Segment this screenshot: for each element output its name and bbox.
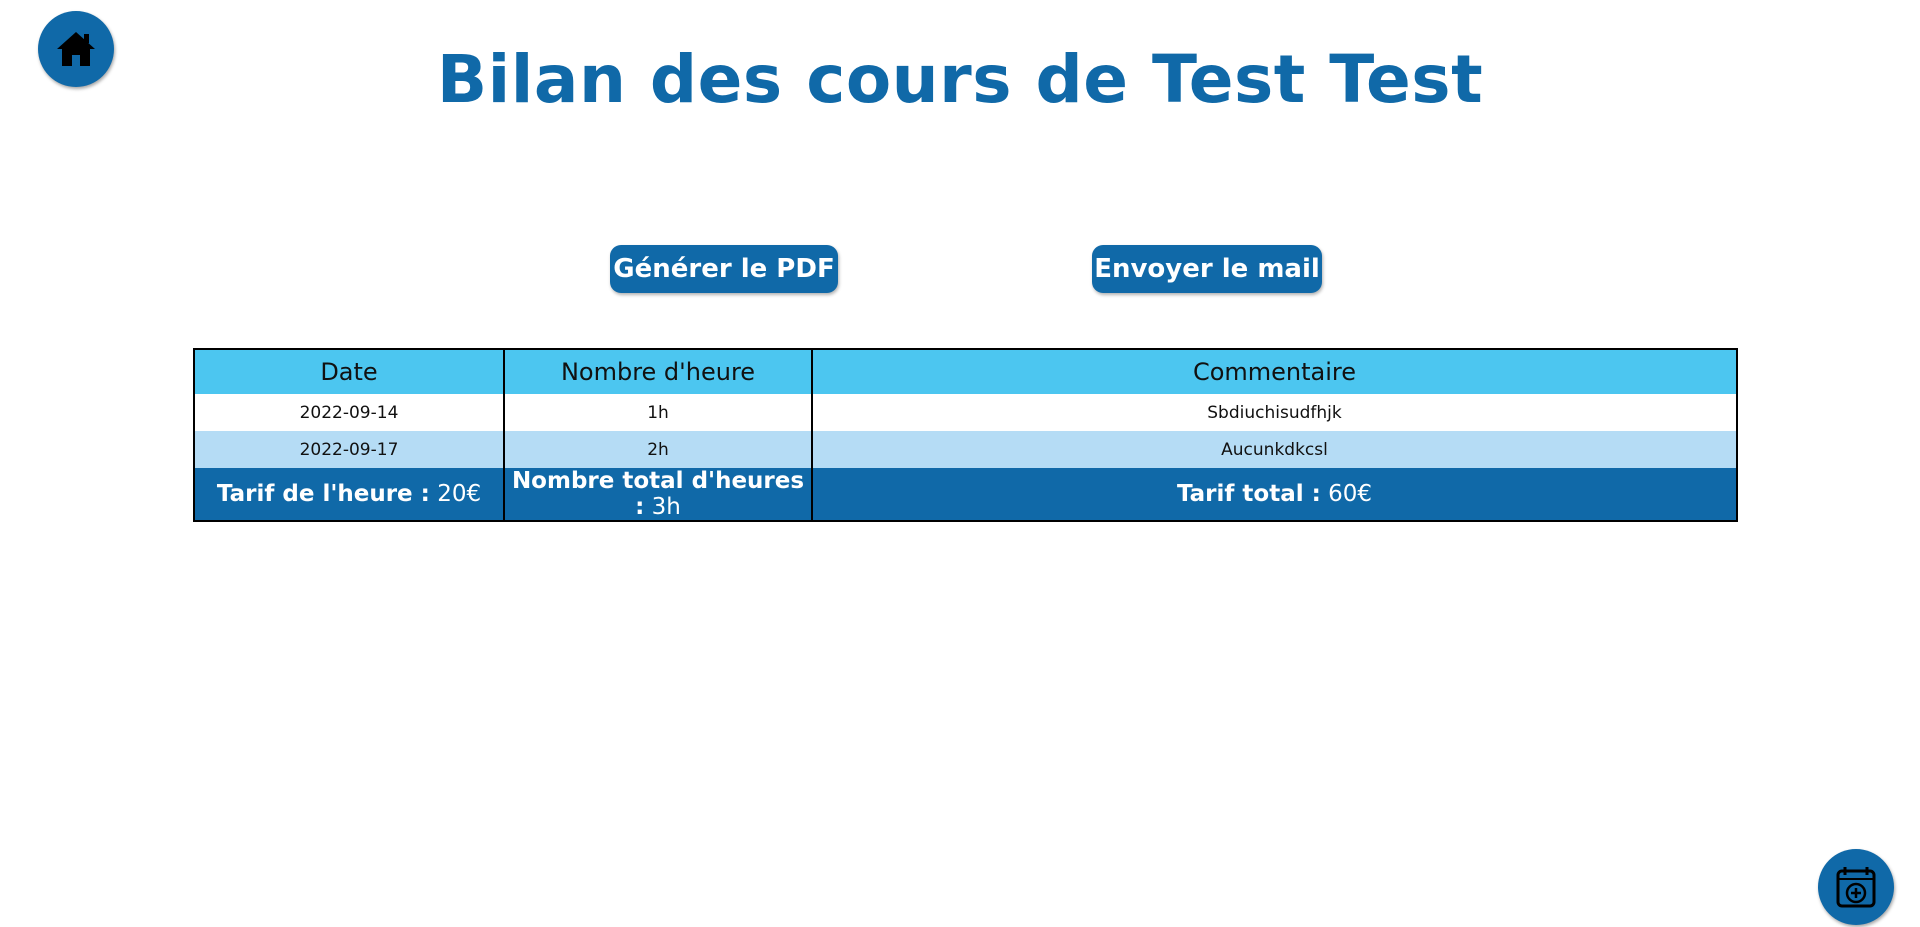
footer-total-price: Tarif total : 60€ (812, 468, 1737, 521)
lessons-table: Date Nombre d'heure Commentaire 2022-09-… (193, 348, 1738, 522)
header-hours: Nombre d'heure (504, 349, 813, 394)
cell-date: 2022-09-14 (194, 394, 505, 431)
page-title: Bilan des cours de Test Test (436, 41, 1484, 118)
cell-hours: 2h (504, 431, 813, 468)
add-lesson-button[interactable] (1818, 849, 1894, 925)
table-row: 2022-09-17 2h Aucunkdkcsl (194, 431, 1737, 468)
footer-rate: Tarif de l'heure : 20€ (194, 468, 505, 521)
total-price-label: Tarif total : (1176, 481, 1321, 507)
table-footer-row: Tarif de l'heure : 20€ Nombre total d'he… (194, 468, 1737, 521)
total-price-value: 60€ (1328, 481, 1373, 507)
cell-comment: Aucunkdkcsl (812, 431, 1737, 468)
total-hours-value: 3h (651, 494, 681, 520)
header-date: Date (194, 349, 505, 394)
rate-label: Tarif de l'heure : (216, 481, 430, 507)
calendar-plus-icon (1836, 867, 1876, 908)
generate-pdf-button[interactable]: Générer le PDF (610, 245, 838, 293)
send-mail-button[interactable]: Envoyer le mail (1092, 245, 1322, 293)
table-header-row: Date Nombre d'heure Commentaire (194, 349, 1737, 394)
cell-hours: 1h (504, 394, 813, 431)
page: Bilan des cours de Test Test Générer le … (0, 0, 1920, 927)
cell-date: 2022-09-17 (194, 431, 505, 468)
rate-value: 20€ (437, 481, 482, 507)
cell-comment: Sbdiuchisudfhjk (812, 394, 1737, 431)
table-row: 2022-09-14 1h Sbdiuchisudfhjk (194, 394, 1737, 431)
footer-total-hours: Nombre total d'heures : 3h (504, 468, 813, 521)
header-comment: Commentaire (812, 349, 1737, 394)
